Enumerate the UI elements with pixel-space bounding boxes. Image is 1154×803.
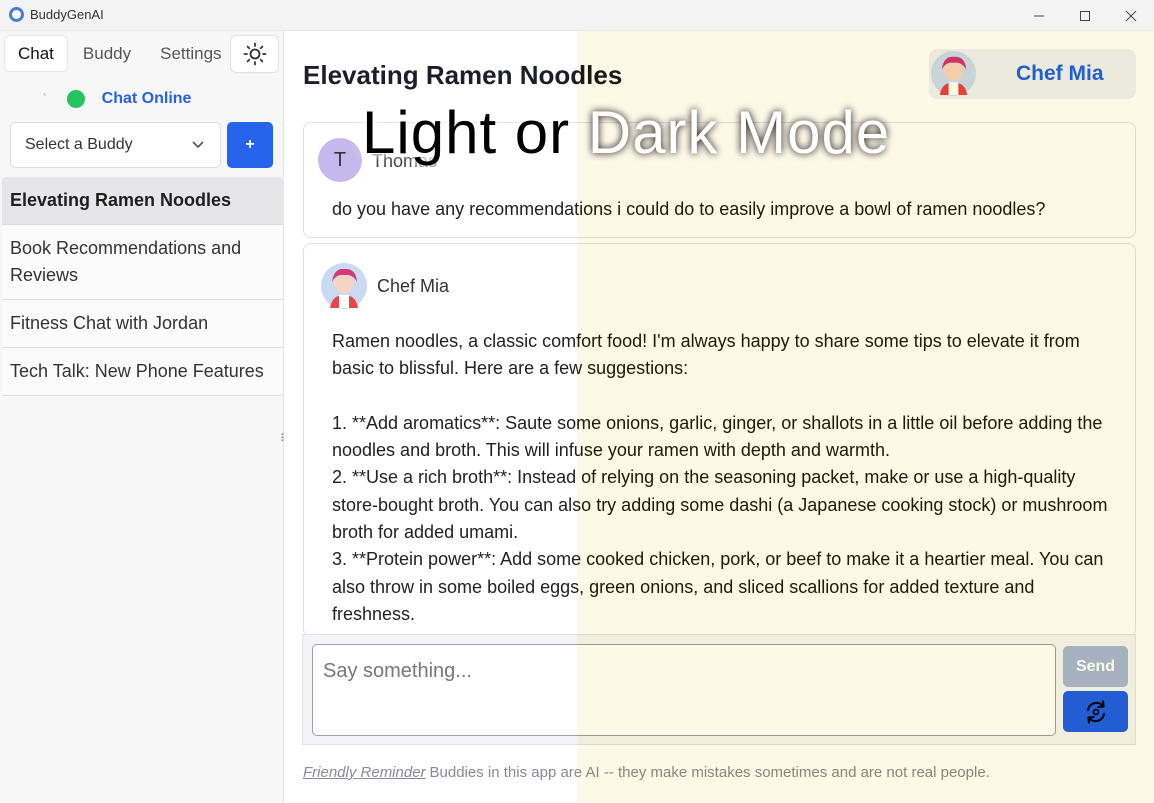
chat-list-item[interactable]: Elevating Ramen Noodles — [2, 177, 283, 225]
user-message: T Thomas do you have any recommendations… — [303, 122, 1136, 238]
tab-buddy[interactable]: Buddy — [70, 36, 144, 71]
chat-list-item[interactable]: Fitness Chat with Jordan — [2, 300, 283, 348]
status-text: Chat Online — [101, 90, 192, 107]
message-author: Thomas — [372, 151, 438, 171]
minimize-icon — [1034, 15, 1044, 16]
message-line: 3. **Protein power**: Add some cooked ch… — [332, 549, 1104, 570]
title-bar: BuddyGenAI — [0, 0, 1154, 31]
maximize-icon — [1080, 10, 1090, 21]
message-line: 1. **Add aromatics**: Saute some onions,… — [332, 412, 1103, 433]
sun-icon — [243, 42, 266, 66]
friendly-reminder-link[interactable]: Friendly Reminder — [303, 764, 426, 781]
active-buddy-name: Chef Mia — [1016, 62, 1104, 85]
active-buddy-card[interactable]: Chef Mia — [929, 49, 1136, 99]
sidebar-tabs: Chat Buddy Settings — [5, 36, 238, 72]
chat-title: Elevating Ramen Noodles — [303, 60, 623, 90]
chevron-down-icon — [192, 141, 204, 149]
theme-toggle-button[interactable] — [231, 36, 278, 72]
disclaimer-text: Buddies in this app are AI -- they make … — [429, 764, 990, 781]
buddy-select-value: Select a Buddy — [25, 136, 133, 153]
message-line: broth for added umami. — [332, 522, 519, 543]
connection-status: ` Chat Online — [10, 87, 191, 111]
regenerate-button[interactable] — [1063, 691, 1128, 732]
minimize-button[interactable] — [1016, 0, 1062, 31]
window-title: BuddyGenAI — [30, 7, 104, 22]
status-tick: ` — [43, 93, 47, 105]
chat-list-item[interactable]: Book Recommendations and Reviews — [2, 225, 283, 300]
chef-mia-avatar — [930, 50, 977, 97]
buddy-message: Chef Mia Ramen noodles, a classic comfor… — [303, 243, 1136, 637]
maximize-button[interactable] — [1062, 0, 1108, 31]
avatar: T — [318, 138, 362, 182]
regenerate-icon — [1086, 699, 1105, 724]
message-text: Ramen noodles, a classic comfort food! I… — [332, 328, 1122, 628]
tab-chat[interactable]: Chat — [5, 36, 67, 71]
buddy-select[interactable]: Select a Buddy — [10, 122, 221, 168]
app-logo-icon — [9, 7, 24, 22]
message-line: Ramen noodles, a classic comfort food! I… — [332, 331, 1080, 351]
tab-settings[interactable]: Settings — [147, 36, 234, 71]
message-line: freshness. — [332, 603, 416, 624]
sidebar: Chat Buddy Settings ` Chat Online Select… — [0, 31, 284, 803]
composer: Say something... Send — [302, 634, 1136, 745]
message-line: also throw in some boiled eggs, green on… — [332, 576, 1035, 597]
online-indicator — [66, 90, 85, 108]
message-author: Chef Mia — [377, 276, 450, 296]
close-icon — [1125, 10, 1137, 21]
add-chat-button[interactable]: + — [227, 122, 273, 168]
disclaimer: Friendly Reminder Buddies in this app are… — [303, 764, 990, 781]
chat-list: Elevating Ramen Noodles Book Recommendat… — [2, 177, 283, 396]
message-input[interactable]: Say something... — [312, 644, 1056, 736]
message-line: basic to blissful. Here are a few sugges… — [332, 358, 689, 379]
message-text: do you have any recommendations i could … — [332, 199, 1046, 219]
message-line: 2. **Use a rich broth**: Instead of rely… — [332, 467, 1076, 488]
chat-list-item[interactable]: Tech Talk: New Phone Features — [2, 348, 283, 396]
message-line: noodles and broth. This will infuse your… — [332, 440, 890, 461]
send-button[interactable]: Send — [1063, 646, 1128, 687]
message-line-gap — [332, 383, 1122, 410]
chat-main: Elevating Ramen Noodles Chef Mia T Thoma… — [285, 31, 1154, 803]
chef-mia-avatar — [321, 263, 367, 309]
close-window-button[interactable] — [1108, 0, 1154, 31]
message-line: store-bought broth. You can also try add… — [332, 494, 1108, 515]
